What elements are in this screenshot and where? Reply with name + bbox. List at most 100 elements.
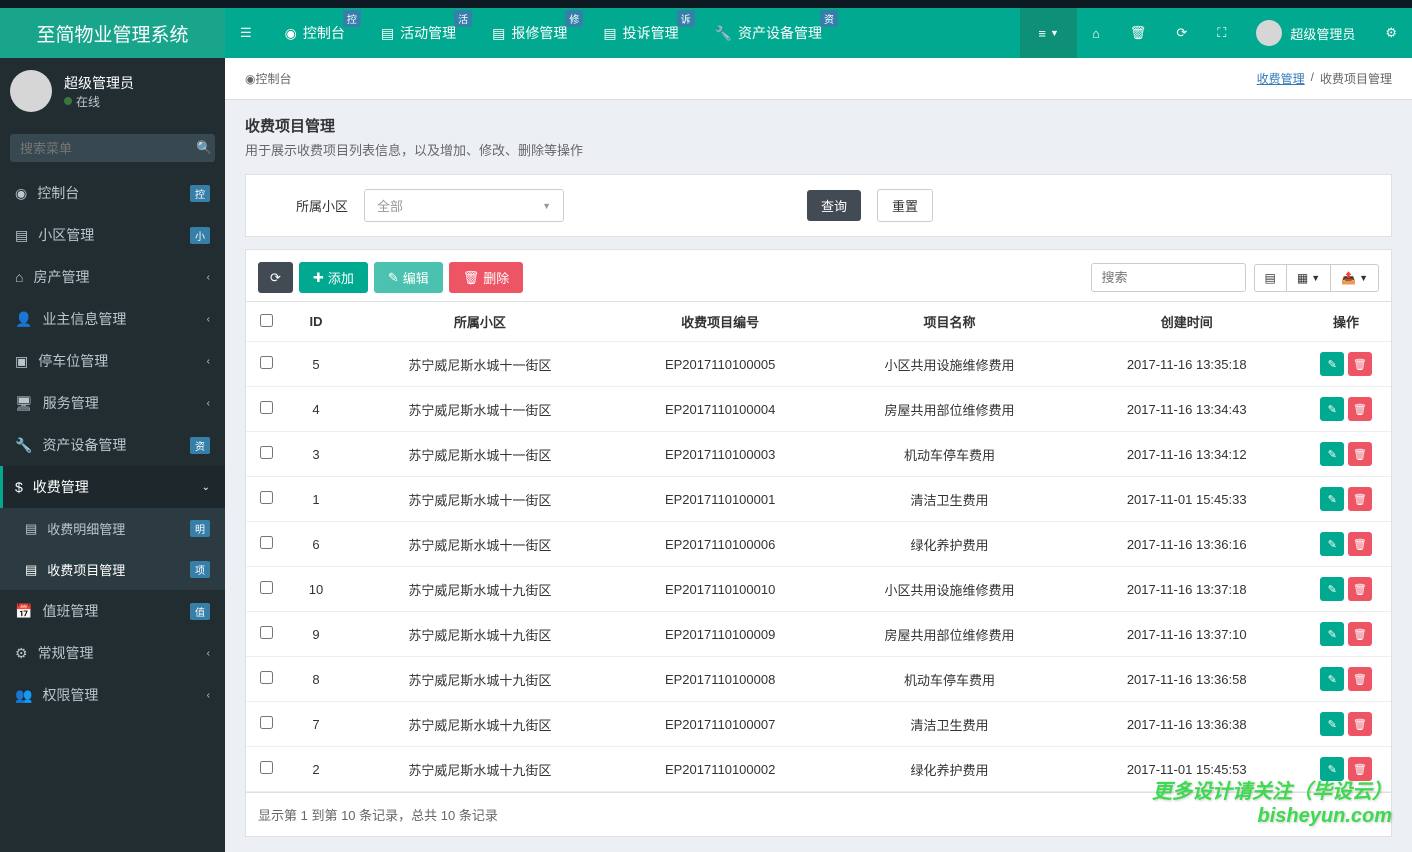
sidebar-item-fee[interactable]: $收费管理⌄ bbox=[0, 466, 225, 508]
row-checkbox[interactable] bbox=[260, 716, 273, 729]
trash-icon[interactable]: 🗑 bbox=[1115, 8, 1162, 58]
row-checkbox[interactable] bbox=[260, 581, 273, 594]
list-icon: ▤ bbox=[25, 521, 37, 537]
cell-code: EP2017110100004 bbox=[614, 387, 827, 432]
home-icon[interactable]: ⌂ bbox=[1077, 8, 1115, 58]
row-edit-button[interactable]: ✎ bbox=[1320, 622, 1344, 646]
refresh-button[interactable]: ⟳ bbox=[258, 262, 293, 293]
sidebar-item-owner[interactable]: 👤业主信息管理‹ bbox=[0, 298, 225, 340]
view-list-button[interactable]: ▤ bbox=[1254, 264, 1287, 292]
nav-asset[interactable]: 🔧 资产设备管理 资 bbox=[697, 8, 840, 58]
nav-activity[interactable]: ▤ 活动管理 活 bbox=[363, 8, 474, 58]
row-checkbox[interactable] bbox=[260, 401, 273, 414]
row-delete-button[interactable]: 🗑 bbox=[1348, 532, 1372, 556]
cell-community: 苏宁威尼斯水城十九街区 bbox=[346, 567, 614, 612]
col-id[interactable]: ID bbox=[286, 302, 346, 342]
fullscreen-icon[interactable]: ⛶ bbox=[1202, 8, 1241, 58]
page-title: 收费项目管理 bbox=[245, 115, 1392, 136]
row-delete-button[interactable]: 🗑 bbox=[1348, 352, 1372, 376]
sidebar-item-community[interactable]: ▤小区管理小 bbox=[0, 214, 225, 256]
row-checkbox[interactable] bbox=[260, 356, 273, 369]
cell-code: EP2017110100009 bbox=[614, 612, 827, 657]
view-grid-button[interactable]: ▦ ▼ bbox=[1286, 264, 1331, 292]
row-edit-button[interactable]: ✎ bbox=[1320, 532, 1344, 556]
col-code[interactable]: 收费项目编号 bbox=[614, 302, 827, 342]
col-community[interactable]: 所属小区 bbox=[346, 302, 614, 342]
export-button[interactable]: 📤 ▼ bbox=[1330, 264, 1379, 292]
col-created[interactable]: 创建时间 bbox=[1072, 302, 1301, 342]
row-delete-button[interactable]: 🗑 bbox=[1348, 622, 1372, 646]
cell-name: 清洁卫生费用 bbox=[827, 702, 1073, 747]
sidebar-item-parking[interactable]: ▣停车位管理‹ bbox=[0, 340, 225, 382]
delete-button[interactable]: 🗑删除 bbox=[449, 262, 524, 293]
cell-id: 5 bbox=[286, 342, 346, 387]
pencil-icon: ✎ bbox=[1328, 673, 1337, 686]
row-edit-button[interactable]: ✎ bbox=[1320, 487, 1344, 511]
sidebar-item-general[interactable]: ⚙常规管理‹ bbox=[0, 632, 225, 674]
row-delete-button[interactable]: 🗑 bbox=[1348, 397, 1372, 421]
user-menu[interactable]: 超级管理员 bbox=[1241, 8, 1370, 58]
settings-icon[interactable]: ⚙ bbox=[1370, 8, 1412, 58]
row-checkbox[interactable] bbox=[260, 536, 273, 549]
community-select[interactable]: 全部 ▼ bbox=[364, 189, 564, 222]
filter-bar: 所属小区 全部 ▼ 查询 重置 bbox=[245, 174, 1392, 237]
sidebar-subitem-fee-detail[interactable]: ▤收费明细管理明 bbox=[0, 508, 225, 549]
table-row: 8 苏宁威尼斯水城十九街区 EP2017110100008 机动车停车费用 20… bbox=[246, 657, 1391, 702]
status-dot-icon bbox=[64, 97, 72, 105]
cell-code: EP2017110100008 bbox=[614, 657, 827, 702]
row-delete-button[interactable]: 🗑 bbox=[1348, 577, 1372, 601]
row-edit-button[interactable]: ✎ bbox=[1320, 352, 1344, 376]
search-icon[interactable]: 🔍 bbox=[196, 140, 212, 156]
pencil-icon: ✎ bbox=[1328, 718, 1337, 731]
row-edit-button[interactable]: ✎ bbox=[1320, 712, 1344, 736]
nav-console[interactable]: ◉ 控制台 控 bbox=[267, 8, 363, 58]
row-delete-button[interactable]: 🗑 bbox=[1348, 712, 1372, 736]
sidebar-item-console[interactable]: ◉控制台控 bbox=[0, 172, 225, 214]
sidebar-subitem-fee-item[interactable]: ▤收费项目管理项 bbox=[0, 549, 225, 590]
sidebar-item-asset[interactable]: 🔧资产设备管理资 bbox=[0, 424, 225, 466]
reset-button[interactable]: 重置 bbox=[877, 189, 933, 222]
nav-more-dropdown[interactable]: ≡ ▼ bbox=[1020, 8, 1077, 58]
sidebar-item-service[interactable]: 🖥服务管理‹ bbox=[0, 382, 225, 424]
col-name[interactable]: 项目名称 bbox=[827, 302, 1073, 342]
row-edit-button[interactable]: ✎ bbox=[1320, 397, 1344, 421]
cell-created: 2017-11-16 13:36:16 bbox=[1072, 522, 1301, 567]
search-input[interactable] bbox=[20, 141, 196, 156]
row-delete-button[interactable]: 🗑 bbox=[1348, 442, 1372, 466]
row-delete-button[interactable]: 🗑 bbox=[1348, 487, 1372, 511]
row-edit-button[interactable]: ✎ bbox=[1320, 442, 1344, 466]
select-all-checkbox[interactable] bbox=[260, 314, 273, 327]
row-edit-button[interactable]: ✎ bbox=[1320, 667, 1344, 691]
refresh-icon[interactable]: ⟳ bbox=[1161, 8, 1202, 58]
query-button[interactable]: 查询 bbox=[807, 190, 861, 221]
pencil-icon: ✎ bbox=[1328, 358, 1337, 371]
sidebar-toggle[interactable]: ☰ bbox=[225, 8, 267, 58]
cell-code: EP2017110100001 bbox=[614, 477, 827, 522]
edit-button[interactable]: ✎编辑 bbox=[374, 262, 443, 293]
sidebar-item-property[interactable]: ⌂房产管理‹ bbox=[0, 256, 225, 298]
cell-created: 2017-11-16 13:37:10 bbox=[1072, 612, 1301, 657]
add-button[interactable]: ✚添加 bbox=[299, 262, 368, 293]
row-delete-button[interactable]: 🗑 bbox=[1348, 757, 1372, 781]
cell-code: EP2017110100005 bbox=[614, 342, 827, 387]
menu-search[interactable]: 🔍 bbox=[10, 134, 215, 162]
breadcrumb-parent[interactable]: 收费管理 bbox=[1257, 70, 1305, 87]
nav-complaint[interactable]: ▤ 投诉管理 诉 bbox=[585, 8, 696, 58]
row-checkbox[interactable] bbox=[260, 491, 273, 504]
sidebar-item-duty[interactable]: 📅值班管理值 bbox=[0, 590, 225, 632]
cell-created: 2017-11-16 13:37:18 bbox=[1072, 567, 1301, 612]
row-checkbox[interactable] bbox=[260, 761, 273, 774]
refresh-icon: ⟳ bbox=[270, 270, 281, 286]
row-checkbox[interactable] bbox=[260, 671, 273, 684]
sidebar-item-permission[interactable]: 👥权限管理‹ bbox=[0, 674, 225, 716]
row-edit-button[interactable]: ✎ bbox=[1320, 757, 1344, 781]
row-delete-button[interactable]: 🗑 bbox=[1348, 667, 1372, 691]
nav-repair[interactable]: ▤ 报修管理 修 bbox=[474, 8, 585, 58]
row-checkbox[interactable] bbox=[260, 626, 273, 639]
pencil-icon: ✎ bbox=[1328, 493, 1337, 506]
table-search-input[interactable] bbox=[1091, 263, 1246, 292]
row-checkbox[interactable] bbox=[260, 446, 273, 459]
row-edit-button[interactable]: ✎ bbox=[1320, 577, 1344, 601]
avatar bbox=[10, 70, 52, 112]
cell-id: 4 bbox=[286, 387, 346, 432]
